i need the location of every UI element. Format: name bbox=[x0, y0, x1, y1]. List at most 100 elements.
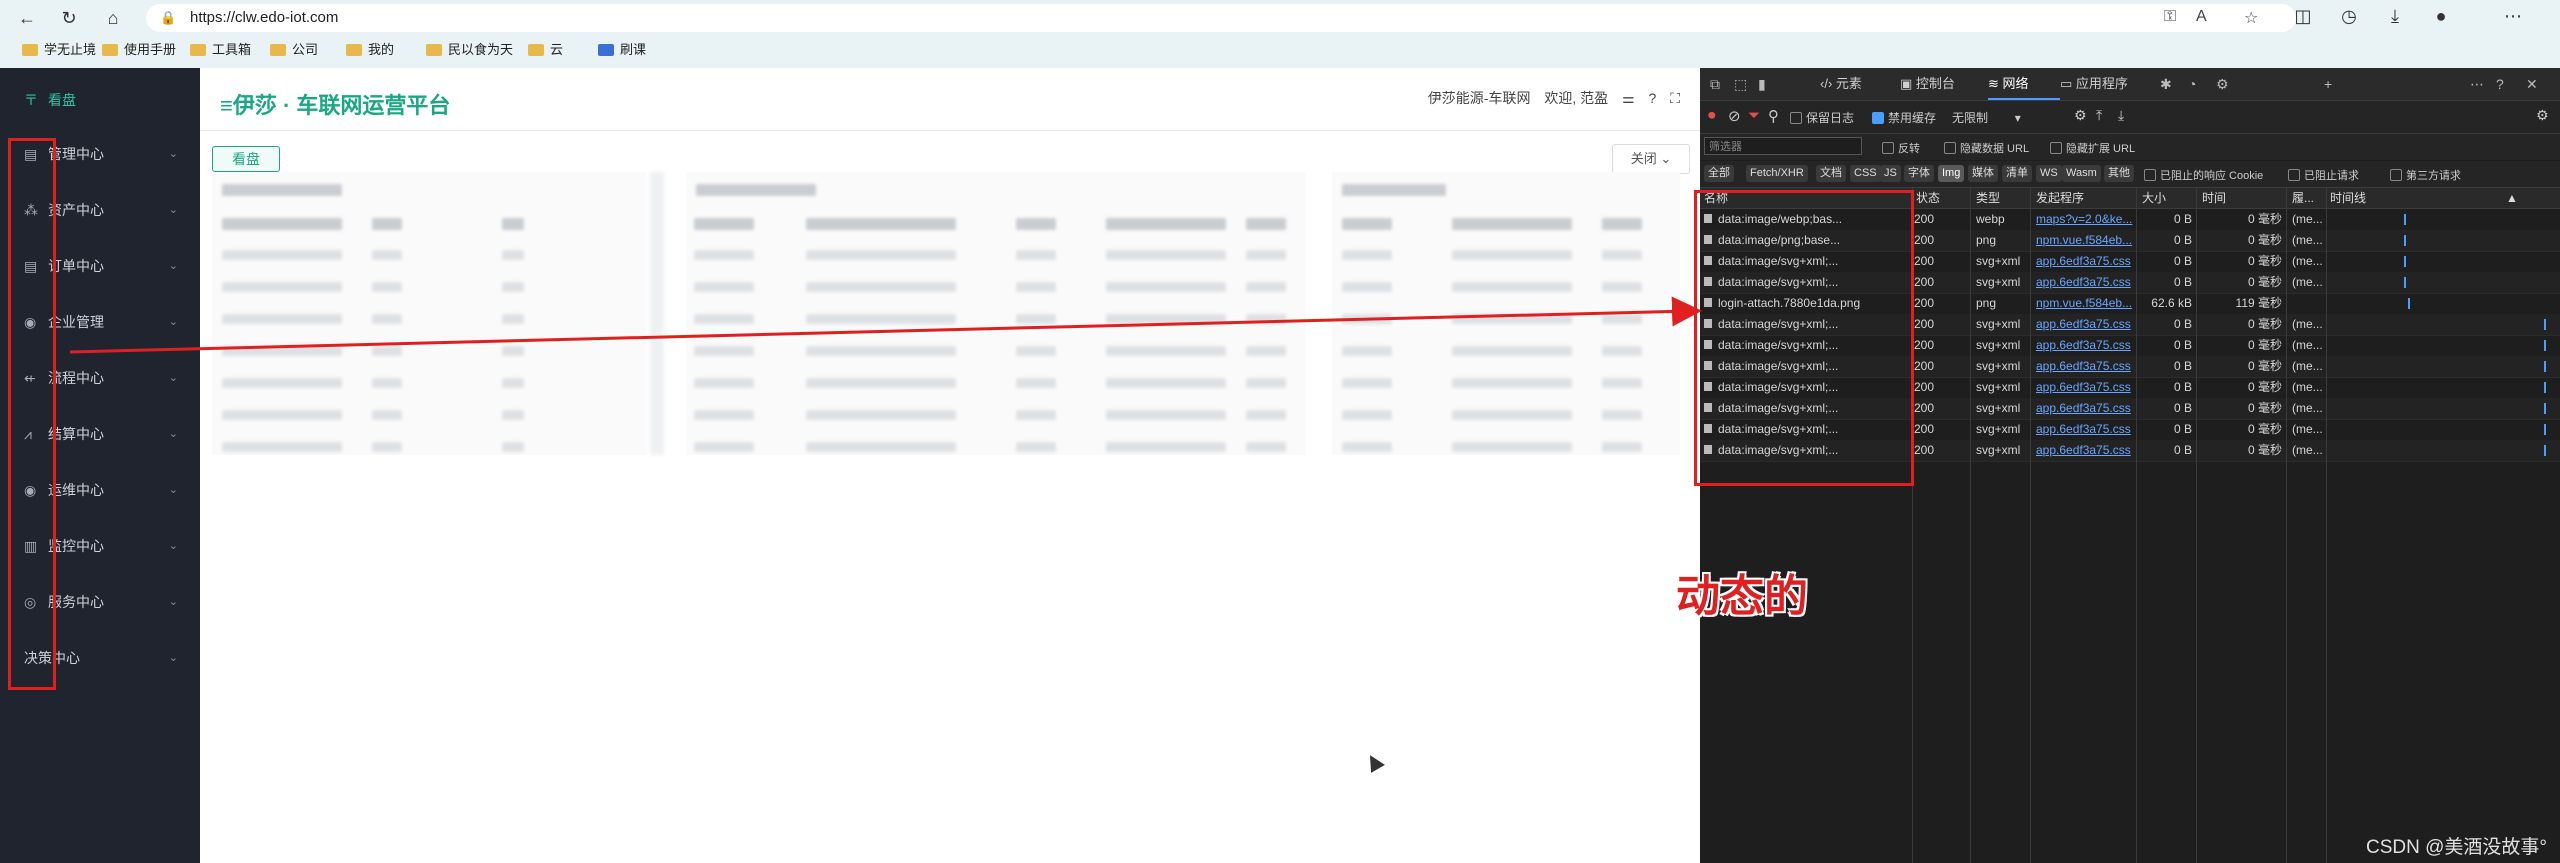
cell-initiator[interactable]: app.6edf3a75.css bbox=[2036, 440, 2134, 461]
cell-status: 200 bbox=[1914, 212, 1935, 226]
cell-initiator[interactable]: app.6edf3a75.css bbox=[2036, 335, 2134, 356]
bookmark-2[interactable]: 使用手册 bbox=[102, 38, 176, 62]
cell-initiator[interactable]: maps?v=2.0&ke... bbox=[2036, 209, 2134, 230]
favorite-star-icon[interactable]: ☆ bbox=[2244, 8, 2258, 28]
bookmark-3[interactable]: 工具箱 bbox=[190, 38, 251, 62]
cell-initiator[interactable]: app.6edf3a75.css bbox=[2036, 272, 2134, 293]
hide-data-url-checkbox[interactable]: 隐藏数据 URL bbox=[1944, 140, 2029, 156]
read-aloud-icon[interactable]: A bbox=[2196, 8, 2207, 26]
cell-initiator[interactable]: app.6edf3a75.css bbox=[2036, 419, 2134, 440]
export-icon[interactable]: ⤓ bbox=[2118, 107, 2124, 124]
add-tab-icon[interactable]: + bbox=[2324, 68, 2332, 100]
home-icon[interactable]: ⌂ bbox=[100, 6, 126, 30]
split-screen-icon[interactable]: ◫ bbox=[2290, 6, 2316, 27]
filter-icon[interactable]: ⏷ bbox=[1748, 107, 1760, 124]
cell-initiator[interactable]: app.6edf3a75.css bbox=[2036, 251, 2134, 272]
col-type[interactable]: 类型 bbox=[1976, 188, 2000, 208]
type-filter-ws[interactable]: WS bbox=[2036, 165, 2062, 182]
more-icon[interactable]: ⋯ bbox=[2470, 68, 2484, 100]
history-icon[interactable]: ◷ bbox=[2336, 6, 2362, 27]
dock-icon[interactable]: ▮ bbox=[1758, 68, 1766, 100]
profile-avatar-icon[interactable]: ● bbox=[2428, 6, 2454, 27]
bookmark-5[interactable]: 我的 bbox=[346, 38, 394, 62]
col-time[interactable]: 时间 bbox=[2202, 188, 2226, 208]
preserve-log-checkbox[interactable]: 保留日志 bbox=[1790, 109, 1854, 126]
sidebar-item-label: 资产中心 bbox=[48, 202, 104, 218]
scrollbar[interactable] bbox=[650, 172, 664, 455]
close-tabs-button[interactable]: 关闭 ⌄ bbox=[1612, 144, 1690, 174]
type-filter-media[interactable]: 媒体 bbox=[1968, 165, 1998, 182]
throttle-select[interactable]: 无限制 ▾ bbox=[1952, 109, 2021, 126]
bookmark-1[interactable]: 学无止境 bbox=[22, 38, 96, 62]
col-extra[interactable]: 履... bbox=[2292, 188, 2314, 208]
tab-console[interactable]: ▣ 控制台 bbox=[1900, 68, 1955, 100]
type-filter-img[interactable]: Img bbox=[1938, 165, 1965, 182]
cell-initiator[interactable]: app.6edf3a75.css bbox=[2036, 377, 2134, 398]
sidebar-item-kanban[interactable]: 〒看盘 bbox=[0, 80, 200, 120]
lock-icon[interactable]: 🔒 bbox=[160, 10, 176, 26]
col-size[interactable]: 大小 bbox=[2142, 188, 2166, 208]
bookmark-8[interactable]: 刷课 bbox=[598, 38, 646, 62]
network-conditions-icon[interactable]: ⚙ bbox=[2074, 107, 2087, 124]
performance-icon[interactable]: ◔ bbox=[2188, 68, 2196, 100]
device-toggle-icon[interactable]: ⧉ bbox=[1710, 68, 1720, 100]
download-icon[interactable]: ⤓ bbox=[2382, 6, 2408, 27]
help-icon[interactable]: ? bbox=[1649, 90, 1657, 106]
tab-kanban[interactable]: 看盘 bbox=[212, 146, 280, 172]
tab-elements[interactable]: ‹/› 元素 bbox=[1820, 68, 1862, 100]
address-bar[interactable]: https://clw.edo-iot.com bbox=[146, 4, 2296, 32]
blocked-cookie-checkbox[interactable]: 已阻止的响应 Cookie bbox=[2144, 167, 2263, 183]
settings-gear-icon[interactable]: ⚙ bbox=[2536, 107, 2549, 124]
bookmark-6[interactable]: 民以食为天 bbox=[426, 38, 513, 62]
cell-initiator[interactable]: app.6edf3a75.css bbox=[2036, 356, 2134, 377]
tab-application[interactable]: ▭ 应用程序 bbox=[2060, 68, 2128, 100]
type-filter-doc[interactable]: 文档 bbox=[1816, 165, 1846, 182]
bug-icon[interactable]: ✱ bbox=[2160, 68, 2172, 100]
fullscreen-icon[interactable]: ⛶ bbox=[1670, 90, 1680, 106]
cell-initiator[interactable]: npm.vue.f584eb... bbox=[2036, 230, 2134, 251]
cell-initiator[interactable]: npm.vue.f584eb... bbox=[2036, 293, 2134, 314]
type-filter-css[interactable]: CSS bbox=[1850, 165, 1881, 182]
col-waterfall[interactable]: 时间线 bbox=[2330, 188, 2366, 208]
cell-initiator[interactable]: app.6edf3a75.css bbox=[2036, 398, 2134, 419]
record-icon[interactable]: ⏺ bbox=[1708, 107, 1716, 124]
type-filter-fetch-xhr[interactable]: Fetch/XHR bbox=[1746, 165, 1808, 182]
key-icon[interactable]: ⚿ bbox=[2164, 8, 2176, 26]
col-status[interactable]: 状态 bbox=[1916, 188, 1940, 208]
sidebar-item-label: 服务中心 bbox=[48, 594, 104, 610]
back-icon[interactable]: ← bbox=[14, 6, 40, 30]
type-filter-manifest[interactable]: 清单 bbox=[2002, 165, 2032, 182]
type-filter-all[interactable]: 全部 bbox=[1704, 165, 1734, 182]
waterfall-bar bbox=[2408, 298, 2410, 309]
blurred-cell bbox=[502, 378, 524, 388]
disable-cache-checkbox[interactable]: 禁用缓存 bbox=[1872, 109, 1936, 126]
sort-up-icon[interactable]: ▲ bbox=[2506, 188, 2518, 208]
invert-checkbox[interactable]: 反转 bbox=[1882, 140, 1920, 156]
settings-sliders-icon[interactable]: ⚌ bbox=[1622, 90, 1635, 106]
type-filter-js[interactable]: JS bbox=[1880, 165, 1901, 182]
search-icon[interactable]: ⚲ bbox=[1768, 107, 1779, 125]
inspect-icon[interactable]: ⬚ bbox=[1734, 68, 1747, 100]
blurred-cell bbox=[1106, 314, 1226, 324]
type-filter-wasm[interactable]: Wasm bbox=[2062, 165, 2101, 182]
col-initiator[interactable]: 发起程序 bbox=[2036, 188, 2084, 208]
type-filter-font[interactable]: 字体 bbox=[1904, 165, 1934, 182]
type-filter-other[interactable]: 其他 bbox=[2104, 165, 2134, 182]
cell-initiator[interactable]: app.6edf3a75.css bbox=[2036, 314, 2134, 335]
third-party-checkbox[interactable]: 第三方请求 bbox=[2390, 167, 2461, 183]
welcome-text[interactable]: 欢迎, 范盈 bbox=[1544, 90, 1608, 106]
filter-input[interactable]: 筛选器 bbox=[1704, 137, 1862, 155]
bookmark-4[interactable]: 公司 bbox=[270, 38, 318, 62]
bookmark-7[interactable]: 云 bbox=[528, 38, 563, 62]
blocked-req-checkbox[interactable]: 已阻止请求 bbox=[2288, 167, 2359, 183]
cell-type: svg+xml bbox=[1976, 380, 2021, 394]
clear-icon[interactable]: ⊘ bbox=[1728, 107, 1741, 125]
close-icon[interactable]: ✕ bbox=[2526, 68, 2538, 100]
import-icon[interactable]: ⤒ bbox=[2096, 107, 2102, 124]
tab-network[interactable]: ≋ 网络 bbox=[1988, 68, 2060, 100]
more-menu-icon[interactable]: ⋯ bbox=[2500, 6, 2526, 27]
reload-icon[interactable]: ↻ bbox=[56, 6, 82, 30]
gear-icon[interactable]: ⚙ bbox=[2216, 68, 2229, 100]
help-icon[interactable]: ? bbox=[2496, 68, 2504, 100]
hide-ext-url-checkbox[interactable]: 隐藏扩展 URL bbox=[2050, 140, 2135, 156]
